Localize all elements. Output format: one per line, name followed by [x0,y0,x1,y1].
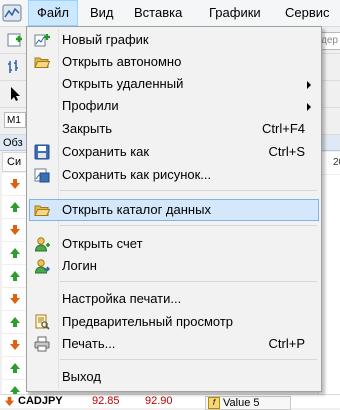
print-icon [34,336,50,352]
bar-chart-toolbar-icon[interactable] [5,57,25,77]
arrow-up-icon [10,363,20,373]
arrow-down-icon [10,340,20,350]
menu-item-print-preview[interactable]: Предварительный просмотр [29,311,319,333]
open-account-icon [34,237,50,252]
print-preview-icon [35,314,50,330]
list-item[interactable] [2,265,28,288]
menu-item-label: Печать... [62,336,116,351]
list-item[interactable] [2,196,28,219]
menu-item-label: Сохранить как рисунок... [62,167,212,182]
list-item[interactable] [2,173,28,196]
menu-item-print[interactable]: Печать... Ctrl+P [29,333,319,355]
list-item[interactable] [2,311,28,334]
save-picture-icon [34,168,50,183]
file-menu: Новый график Открыть автономно Открыть у… [26,26,322,392]
menu-item-label: Логин [62,258,97,273]
timeframe-m1-button[interactable]: M1 [4,112,26,128]
arrow-down-icon [4,396,15,407]
table-row[interactable]: CADJPY 92.85 92.90 f Value 5 [0,394,340,410]
shortcut-label: Ctrl+F4 [262,121,305,136]
cursor-toolbar-icon[interactable] [5,84,25,104]
menu-item-profiles[interactable]: Профили [29,95,319,117]
menu-item-label: Новый график [62,32,149,47]
right-column-header: 20 [319,152,340,175]
menu-item-open-data-folder[interactable]: Открыть каталог данных [29,199,319,221]
submenu-arrow-icon [307,103,311,111]
menu-item-label: Настройка печати... [62,291,182,306]
submenu-arrow-icon [307,81,311,89]
menu-item-label: Открыть каталог данных [62,202,211,217]
menu-item-login[interactable]: Логин [29,255,319,277]
bid-cell: 92.85 [92,395,120,407]
menu-item-save-as[interactable]: Сохранить как Ctrl+S [29,141,319,163]
new-chart-icon [34,34,50,47]
menu-charts[interactable]: Графики [201,0,269,26]
menu-file[interactable]: Файл [28,0,78,26]
menu-item-new-chart[interactable]: Новый график [29,29,319,51]
arrow-down-icon [10,179,20,189]
menu-item-close[interactable]: Закрыть Ctrl+F4 [29,118,319,140]
arrow-down-icon [10,294,20,304]
shortcut-label: Ctrl+S [268,144,305,159]
menu-item-open-account[interactable]: Открыть счет [29,233,319,255]
menu-item-label: Открыть счет [62,236,143,251]
menu-item-save-as-picture[interactable]: Сохранить как рисунок... [29,164,319,186]
function-icon: f [208,397,220,410]
menu-separator [60,359,317,360]
market-watch-list [2,173,29,403]
app-logo-icon[interactable] [2,3,22,23]
menubar: Файл Вид Вставка Графики Сервис [0,0,340,27]
arrow-up-icon [10,202,20,212]
arrow-up-icon [10,271,20,281]
folder-data-icon [34,205,50,216]
menu-item-label: Сохранить как [62,144,150,159]
login-icon [34,259,50,274]
value-tab[interactable]: f Value 5 [205,396,291,410]
list-item[interactable] [2,219,28,242]
symbol-cell: CADJPY [18,395,63,407]
menu-item-print-setup[interactable]: Настройка печати... [29,288,319,310]
list-item[interactable] [2,334,28,357]
menu-tools[interactable]: Сервис [277,0,338,26]
menu-item-label: Профили [62,98,119,113]
menu-item-label: Выход [62,369,101,384]
menu-separator [60,190,317,191]
menu-item-label: Открыть удаленный [62,76,184,91]
menu-item-label: Предварительный просмотр [62,314,234,329]
search-input[interactable]: дер [320,32,340,50]
menu-item-open-remote[interactable]: Открыть удаленный [29,73,319,95]
menu-view[interactable]: Вид [82,0,122,26]
menu-insert[interactable]: Вставка [126,0,190,26]
arrow-up-icon [10,317,20,327]
menu-item-label: Открыть автономно [62,54,182,69]
folder-open-icon [34,57,50,68]
menu-item-exit[interactable]: Выход [29,366,319,388]
new-chart-toolbar-icon[interactable] [5,30,25,50]
save-icon [34,144,50,160]
arrow-down-icon [10,225,20,235]
menu-item-label: Закрыть [62,121,113,136]
list-item[interactable] [2,242,28,265]
ask-cell: 92.90 [145,395,173,407]
arrow-up-icon [10,248,20,258]
list-item[interactable] [2,288,28,311]
shortcut-label: Ctrl+P [268,336,305,351]
list-item[interactable] [2,357,28,380]
menu-separator [60,225,317,226]
value-label: Value 5 [223,397,260,409]
menu-separator [60,281,317,282]
menu-item-open-offline[interactable]: Открыть автономно [29,51,319,73]
